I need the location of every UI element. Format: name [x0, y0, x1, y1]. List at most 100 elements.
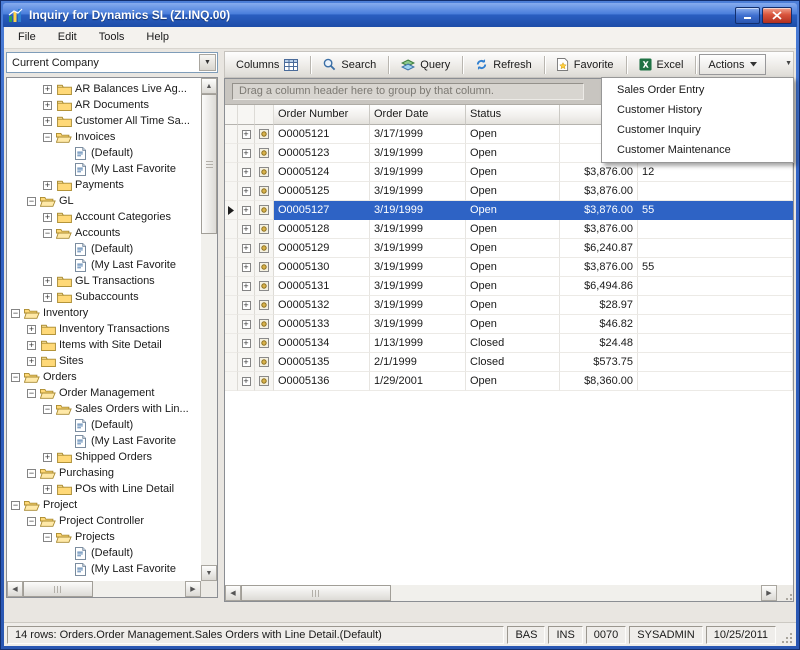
row-attachment-button[interactable] — [255, 258, 274, 277]
scrollbar-thumb[interactable] — [241, 585, 391, 601]
tree-item[interactable]: (Default) — [7, 417, 201, 433]
row-expand-button[interactable]: + — [238, 163, 255, 182]
row-attachment-button[interactable] — [255, 277, 274, 296]
expand-icon[interactable]: + — [27, 325, 36, 334]
tree-item[interactable]: −Order Management — [7, 385, 201, 401]
row-expand-button[interactable]: + — [238, 353, 255, 372]
column-header-order-date[interactable]: Order Date — [370, 105, 466, 125]
tree-item[interactable]: (My Last Favorite — [7, 561, 201, 577]
row-attachment-button[interactable] — [255, 144, 274, 163]
tree-item[interactable]: −Invoices — [7, 129, 201, 145]
row-attachment-button[interactable] — [255, 372, 274, 391]
table-row[interactable]: + O0005133 3/19/1999 Open $46.82 — [225, 315, 793, 334]
toolbar-favorite-button[interactable]: Favorite — [548, 54, 623, 75]
tree-item[interactable]: +Shipped Orders — [7, 449, 201, 465]
actions-menu-item[interactable]: Customer History — [602, 100, 793, 120]
column-header-order-number[interactable]: Order Number — [274, 105, 370, 125]
tree-item[interactable]: (Default) — [7, 241, 201, 257]
expand-icon[interactable]: + — [27, 341, 36, 350]
collapse-icon[interactable]: − — [27, 389, 36, 398]
tree-item[interactable]: (Default) — [7, 545, 201, 561]
table-row[interactable]: + O0005124 3/19/1999 Open $3,876.00 12 — [225, 163, 793, 182]
tree-item[interactable]: +AR Documents — [7, 97, 201, 113]
row-expand-button[interactable]: + — [238, 182, 255, 201]
collapse-icon[interactable]: − — [43, 229, 52, 238]
toolbar-refresh-button[interactable]: Refresh — [466, 54, 541, 75]
expand-icon[interactable]: + — [43, 213, 52, 222]
close-button[interactable] — [762, 7, 792, 24]
row-expand-button[interactable]: + — [238, 144, 255, 163]
collapse-icon[interactable]: − — [27, 469, 36, 478]
resize-grip[interactable] — [779, 626, 793, 644]
table-row[interactable]: + O0005134 1/13/1999 Closed $24.48 — [225, 334, 793, 353]
collapse-icon[interactable]: − — [27, 517, 36, 526]
row-expand-button[interactable]: + — [238, 258, 255, 277]
table-row[interactable]: + O0005128 3/19/1999 Open $3,876.00 — [225, 220, 793, 239]
row-attachment-button[interactable] — [255, 220, 274, 239]
toolbar-query-button[interactable]: Query — [392, 54, 459, 75]
table-row[interactable]: + O0005131 3/19/1999 Open $6,494.86 — [225, 277, 793, 296]
row-expand-button[interactable]: + — [238, 334, 255, 353]
toolbar-search-button[interactable]: Search — [314, 54, 385, 75]
row-expand-button[interactable]: + — [238, 372, 255, 391]
row-expand-button[interactable]: + — [238, 315, 255, 334]
collapse-icon[interactable]: − — [43, 133, 52, 142]
menubar-item-edit[interactable]: Edit — [47, 27, 88, 48]
tree-item[interactable]: +Inventory Transactions — [7, 321, 201, 337]
scroll-down-button[interactable]: ▼ — [201, 565, 217, 581]
row-attachment-button[interactable] — [255, 353, 274, 372]
tree-item[interactable]: (Default) — [7, 145, 201, 161]
tree-item[interactable]: +POs with Line Detail — [7, 481, 201, 497]
actions-menu-item[interactable]: Sales Order Entry — [602, 80, 793, 100]
actions-menu-item[interactable]: Customer Maintenance — [602, 140, 793, 160]
scrollbar-thumb[interactable] — [23, 581, 93, 597]
row-attachment-button[interactable] — [255, 201, 274, 220]
table-row[interactable]: + O0005127 3/19/1999 Open $3,876.00 55 — [225, 201, 793, 220]
tree-item[interactable]: −Sales Orders with Lin... — [7, 401, 201, 417]
row-attachment-button[interactable] — [255, 334, 274, 353]
tree-item[interactable]: −GL — [7, 193, 201, 209]
tree-item[interactable]: −Project Controller — [7, 513, 201, 529]
row-attachment-button[interactable] — [255, 315, 274, 334]
tree-item[interactable]: +AR Balances Live Ag... — [7, 81, 201, 97]
expand-icon[interactable]: + — [27, 357, 36, 366]
row-expand-button[interactable]: + — [238, 277, 255, 296]
row-expand-button[interactable]: + — [238, 296, 255, 315]
collapse-icon[interactable]: − — [27, 197, 36, 206]
tree-item[interactable]: +Account Categories — [7, 209, 201, 225]
expand-icon[interactable]: + — [43, 101, 52, 110]
tree-item[interactable]: −Accounts — [7, 225, 201, 241]
scroll-up-button[interactable]: ▲ — [201, 78, 217, 94]
tree-item[interactable]: −Projects — [7, 529, 201, 545]
tree-item[interactable]: +Sites — [7, 353, 201, 369]
row-attachment-button[interactable] — [255, 125, 274, 144]
table-row[interactable]: + O0005125 3/19/1999 Open $3,876.00 — [225, 182, 793, 201]
expand-icon[interactable]: + — [43, 453, 52, 462]
column-header-status[interactable]: Status — [466, 105, 560, 125]
collapse-icon[interactable]: − — [11, 309, 20, 318]
chevron-down-icon[interactable]: ▼ — [199, 54, 216, 71]
expand-icon[interactable]: + — [43, 181, 52, 190]
row-expand-button[interactable]: + — [238, 239, 255, 258]
collapse-icon[interactable]: − — [43, 533, 52, 542]
tree-item[interactable]: −Inventory — [7, 305, 201, 321]
toolbar-excel-button[interactable]: Excel — [630, 54, 693, 75]
scroll-right-button[interactable]: ▶ — [185, 581, 201, 597]
tree-item[interactable]: (My Last Favorite — [7, 433, 201, 449]
expand-icon[interactable]: + — [43, 277, 52, 286]
row-expand-button[interactable]: + — [238, 201, 255, 220]
row-expand-button[interactable]: + — [238, 220, 255, 239]
company-selector[interactable]: Current Company ▼ — [6, 52, 218, 73]
table-row[interactable]: + O0005136 1/29/2001 Open $8,360.00 — [225, 372, 793, 391]
toolbar-overflow-button[interactable]: ▼ — [785, 60, 792, 67]
scroll-left-button[interactable]: ◀ — [225, 585, 241, 601]
scroll-left-button[interactable]: ◀ — [7, 581, 23, 597]
menubar-item-help[interactable]: Help — [135, 27, 180, 48]
row-attachment-button[interactable] — [255, 163, 274, 182]
minimize-button[interactable] — [735, 7, 760, 24]
tree-item[interactable]: +GL Transactions — [7, 273, 201, 289]
expand-icon[interactable]: + — [43, 117, 52, 126]
tree-item[interactable]: (My Last Favorite — [7, 161, 201, 177]
toolbar-actions-button[interactable]: Actions — [699, 54, 765, 75]
tree-item[interactable]: −Project — [7, 497, 201, 513]
